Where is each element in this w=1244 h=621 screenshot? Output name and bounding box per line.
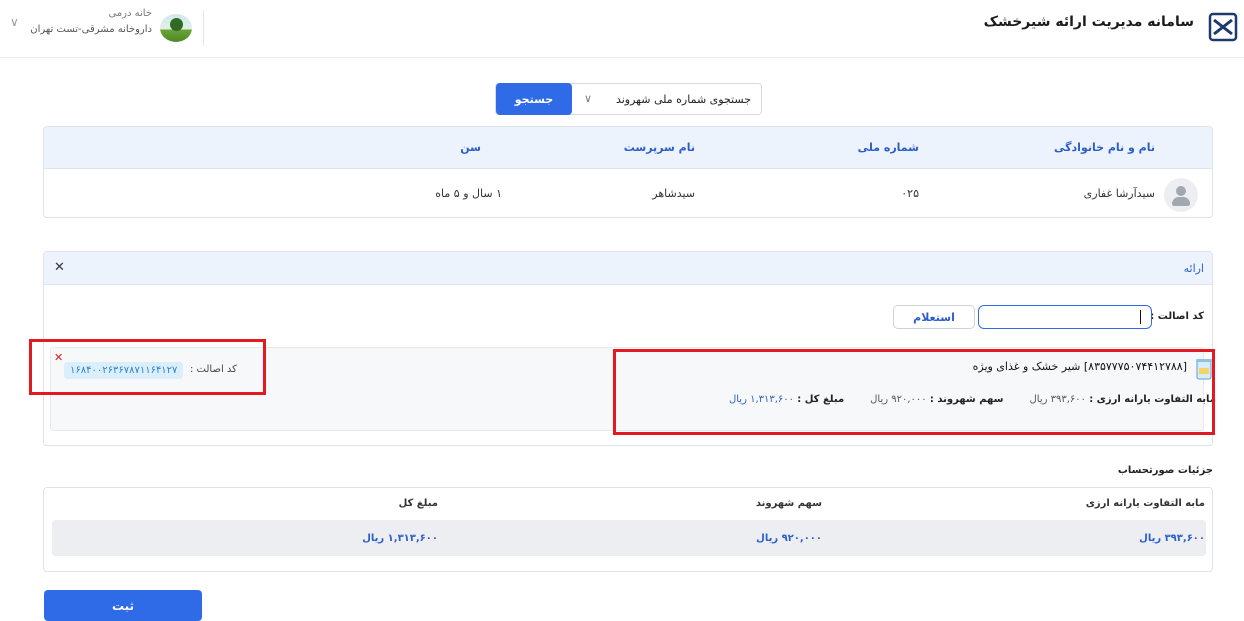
citizen-guardian: سیدشاهر (652, 187, 695, 200)
authenticity-code-label: کد اصالت : (1150, 311, 1204, 322)
chevron-down-icon[interactable]: ∨ (10, 15, 19, 29)
column-header-subsidy: مابه التفاوت یارانه ارزی (1085, 498, 1205, 509)
national-id-search-select[interactable]: جستجو ∨ جستجوی شماره ملی شهروند (495, 83, 762, 115)
invoice-title: جزئیات صورتحساب (1117, 465, 1213, 476)
app-logo-icon (1208, 12, 1238, 42)
submit-button[interactable]: ثبت (44, 590, 202, 621)
authenticity-code-input[interactable] (978, 305, 1152, 329)
highlight-box-product (613, 349, 1215, 435)
chevron-down-icon[interactable]: ∨ (584, 92, 592, 105)
user-name: خانه درمی (108, 8, 152, 19)
column-header-share: سهم شهروند (755, 498, 822, 509)
citizen-table: نام و نام خانوادگی شماره ملی نام سرپرست … (43, 126, 1213, 218)
invoice-total: ۱,۳۱۳,۶۰۰ ریال (362, 533, 438, 544)
person-avatar-icon (1164, 178, 1198, 212)
invoice-table: مابه التفاوت یارانه ارزی سهم شهروند مبلغ… (43, 487, 1213, 572)
delivery-panel-header: ارائه ✕ (44, 252, 1212, 285)
app-header: سامانه مدیریت ارائه شیرخشک خانه درمی دار… (0, 0, 1244, 58)
citizen-name: سیدآرشا غفاری (1083, 187, 1155, 200)
search-select-label: جستجوی شماره ملی شهروند (615, 93, 751, 106)
header-divider (203, 10, 204, 46)
app-title: سامانه مدیریت ارائه شیرخشک (983, 14, 1194, 30)
close-icon[interactable]: ✕ (54, 260, 65, 275)
column-header-age: سن (460, 141, 481, 154)
highlight-box-code (29, 339, 266, 395)
column-header-total: مبلغ کل (398, 498, 438, 509)
delivery-panel-title: ارائه (1183, 262, 1204, 275)
column-header-national-id: شماره ملی (857, 141, 919, 154)
user-avatar[interactable] (160, 14, 192, 42)
search-button[interactable]: جستجو (496, 83, 572, 115)
invoice-row (52, 520, 1206, 556)
inquiry-button[interactable]: استعلام (893, 305, 975, 329)
citizen-age: ۱ سال و ۵ ماه (435, 187, 502, 200)
citizen-national-id: ۰۲۵ (901, 187, 919, 200)
invoice-share: ۹۲۰,۰۰۰ ریال (756, 533, 822, 544)
column-header-name: نام و نام خانوادگی (1054, 141, 1155, 154)
pharmacy-name: داروخانه مشرقی-تست تهران (30, 24, 152, 35)
invoice-subsidy: ۳۹۳,۶۰۰ ریال (1139, 533, 1205, 544)
column-header-guardian: نام سرپرست (623, 141, 695, 154)
